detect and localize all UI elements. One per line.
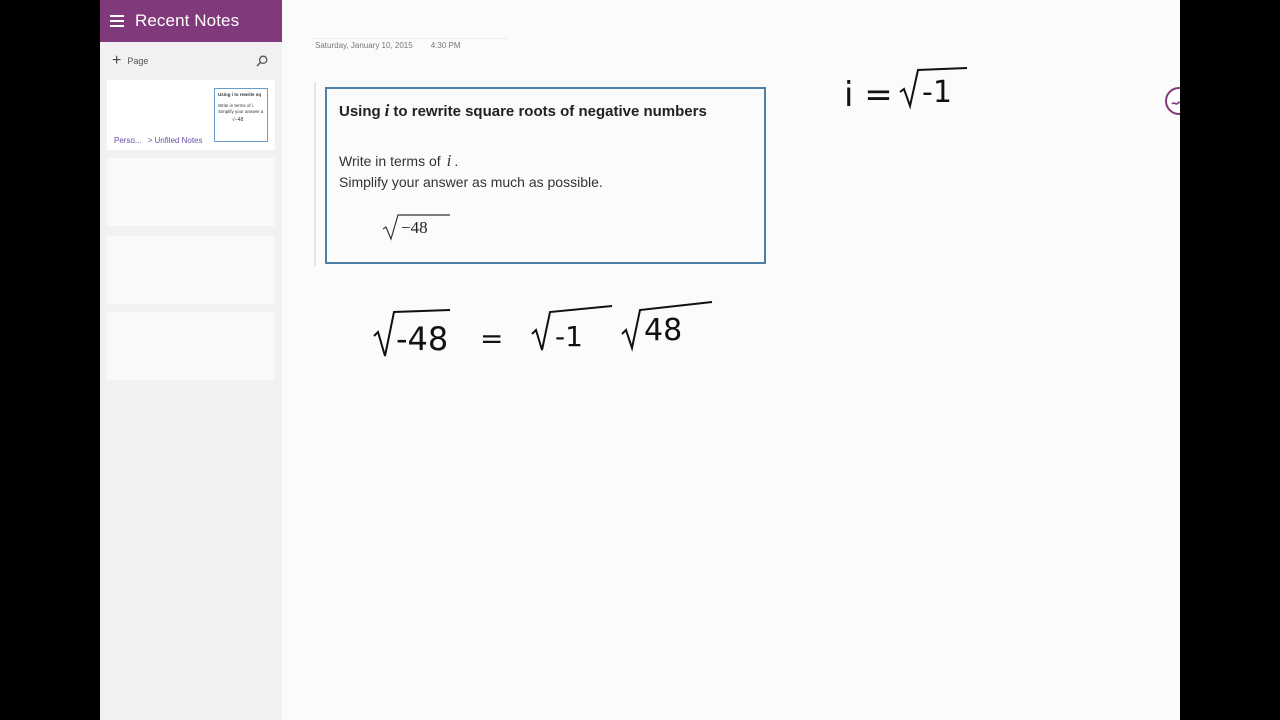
sidebar-title: Recent Notes (135, 11, 240, 30)
page-list-item[interactable] (107, 236, 275, 304)
pen-icon[interactable] (1165, 87, 1180, 115)
problem-instructions: Write in terms of i. Simplify your answer… (339, 150, 752, 193)
page-canvas[interactable]: Saturday, January 10, 2015 4:30 PM Using i… (282, 0, 1180, 720)
instruction-line: Write in terms of i. (339, 150, 752, 172)
ink-definition-radicand: -1 (922, 75, 952, 110)
ink-work: -48 = -1 48 (373, 301, 713, 358)
problem-title-suffix: to rewrite square roots of negative numb… (393, 103, 707, 120)
page-list-item-selected[interactable]: Using i to rewrite sq Write in terms of … (107, 80, 275, 150)
section-link[interactable]: > Unfiled Notes (148, 136, 203, 145)
imaginary-unit-symbol: i (384, 101, 390, 120)
ink-work-radicand: -1 (555, 320, 583, 353)
plus-icon[interactable]: + (112, 53, 121, 69)
page-thumbnail: Using i to rewrite sq Write in terms of … (214, 88, 268, 142)
page-date: Saturday, January 10, 2015 (315, 41, 413, 50)
ink-definition-left: i = (844, 75, 893, 115)
ink-equals: = (480, 322, 503, 355)
hamburger-icon[interactable] (110, 15, 124, 27)
thumbnail-expression: √−48 (232, 117, 244, 123)
page-location: Perso... > Unfiled Notes (114, 136, 209, 145)
ink-definition: i = -1 (844, 67, 968, 115)
thumbnail-line: Simplify your answer a (218, 109, 264, 114)
instruction-text: Write in terms of (339, 153, 441, 169)
radicand-text: −48 (401, 218, 428, 237)
notebook-link[interactable]: Perso... (114, 136, 142, 145)
sidebar-header: Recent Notes (100, 0, 282, 42)
date-divider (312, 38, 508, 39)
onenote-window: Recent Notes + Page Using i to rewrite s… (100, 0, 1180, 720)
add-page-button[interactable]: Page (127, 56, 148, 66)
pen-icon-glyph (1171, 101, 1180, 105)
problem-title: Using i to rewrite square roots of negativ… (339, 101, 752, 121)
instruction-line: Simplify your answer as much as possible… (339, 174, 603, 190)
note-container-handle[interactable] (314, 82, 316, 266)
page-list-item[interactable] (107, 158, 275, 226)
radical-expression: −48 (382, 214, 450, 241)
problem-box: Using i to rewrite square roots of negativ… (325, 87, 766, 264)
ink-work-radicand: 48 (644, 313, 682, 348)
ink-work-radicand: -48 (396, 320, 448, 358)
page-list-item[interactable] (107, 312, 275, 380)
search-icon[interactable] (256, 55, 268, 67)
problem-title-prefix: Using (339, 103, 381, 120)
sidebar-toolbar: + Page (100, 42, 282, 80)
recent-notes-sidebar: Recent Notes + Page Using i to rewrite s… (100, 0, 282, 720)
thumbnail-title: Using i to rewrite sq (218, 92, 262, 97)
page-date-time: Saturday, January 10, 2015 4:30 PM (315, 41, 461, 50)
imaginary-unit-symbol: i (446, 151, 452, 170)
instruction-period: . (454, 153, 459, 169)
page-time: 4:30 PM (430, 41, 461, 50)
